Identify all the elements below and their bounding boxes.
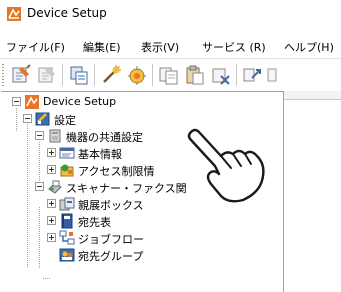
menu-view[interactable]: 表示(V) bbox=[141, 39, 179, 55]
address-book-icon bbox=[61, 213, 73, 229]
expand-toggle[interactable] bbox=[47, 216, 56, 225]
title-bar: Device Setup bbox=[0, 0, 341, 28]
expand-toggle[interactable] bbox=[47, 165, 56, 174]
toolbar-separator bbox=[94, 64, 95, 86]
hand-pointer-icon bbox=[187, 128, 265, 203]
menu-edit[interactable]: 編集(E) bbox=[83, 39, 121, 55]
tree-item-settings[interactable]: 設定 bbox=[1, 111, 281, 127]
tree-item-device-setup[interactable]: Device Setup bbox=[1, 94, 281, 110]
tree-item-address-group[interactable]: 宛先グループ bbox=[1, 247, 281, 263]
menu-file[interactable]: ファイル(F) bbox=[6, 39, 65, 55]
device-setup-icon bbox=[25, 95, 39, 109]
toolbar bbox=[0, 59, 341, 89]
device-setup-app-icon bbox=[7, 7, 21, 21]
detail-pane-header bbox=[284, 91, 341, 100]
toolbar-separator bbox=[152, 64, 153, 86]
tree-label: 親展ボックス bbox=[78, 199, 144, 212]
collapse-toggle[interactable] bbox=[35, 131, 44, 140]
tree-label: 基本情報 bbox=[78, 148, 122, 161]
menu-bar: ファイル(F) 編集(E) 表示(V) サービス (R) ヘルプ(H) bbox=[0, 36, 341, 56]
main-content: Device Setup 設定 機器の共通設定 基本情報 アクセス制限情 スキャ… bbox=[0, 90, 341, 292]
register-icon[interactable] bbox=[10, 64, 32, 86]
more-tools-icon[interactable] bbox=[266, 64, 288, 86]
job-flow-icon bbox=[59, 230, 75, 245]
tree-label: アクセス制限情 bbox=[78, 165, 155, 178]
confidential-box-icon bbox=[59, 197, 75, 211]
tree-item-address-book[interactable]: 宛先表 bbox=[1, 213, 281, 229]
toolbar-grip[interactable] bbox=[2, 64, 4, 86]
collapse-toggle[interactable] bbox=[12, 97, 21, 106]
address-group-icon bbox=[59, 248, 75, 262]
wizard-icon[interactable] bbox=[126, 64, 148, 86]
properties-icon[interactable] bbox=[68, 64, 90, 86]
tree-label: 宛先表 bbox=[78, 216, 111, 229]
unregister-icon[interactable] bbox=[36, 64, 58, 86]
tree-item-job-flow[interactable]: ジョブフロー bbox=[1, 230, 281, 246]
menu-help[interactable]: ヘルプ(H) bbox=[284, 39, 334, 55]
scanner-fax-icon bbox=[48, 180, 62, 194]
device-common-icon bbox=[49, 129, 61, 143]
copy-settings-icon[interactable] bbox=[158, 64, 180, 86]
transfer-icon[interactable] bbox=[242, 64, 264, 86]
toolbar-separator bbox=[62, 64, 63, 86]
access-restriction-icon bbox=[60, 164, 74, 177]
menu-service[interactable]: サービス (R) bbox=[202, 39, 266, 55]
expand-toggle[interactable] bbox=[47, 199, 56, 208]
tree-label: 機器の共通設定 bbox=[66, 131, 143, 144]
window-title: Device Setup bbox=[27, 6, 107, 20]
expand-toggle[interactable] bbox=[47, 148, 56, 157]
expand-toggle[interactable] bbox=[47, 233, 56, 242]
collapse-toggle[interactable] bbox=[35, 182, 44, 191]
tree-label: 宛先グループ bbox=[78, 250, 144, 263]
basic-info-icon bbox=[59, 147, 75, 159]
tree-label: スキャナー・ファクス関 bbox=[66, 182, 187, 195]
toolbar-separator bbox=[236, 64, 237, 86]
tree-label: 設定 bbox=[54, 114, 76, 127]
tree-label: Device Setup bbox=[43, 95, 117, 108]
tree-label: ジョブフロー bbox=[78, 233, 144, 246]
device-setup-window: Device Setup ファイル(F) 編集(E) 表示(V) サービス (R… bbox=[0, 0, 341, 292]
paste-settings-icon[interactable] bbox=[184, 64, 206, 86]
detail-pane bbox=[284, 91, 341, 291]
wand-icon[interactable] bbox=[100, 64, 122, 86]
tree-line bbox=[43, 278, 51, 279]
delete-settings-icon[interactable] bbox=[210, 64, 232, 86]
settings-folder-icon bbox=[35, 112, 50, 126]
collapse-toggle[interactable] bbox=[23, 114, 32, 123]
